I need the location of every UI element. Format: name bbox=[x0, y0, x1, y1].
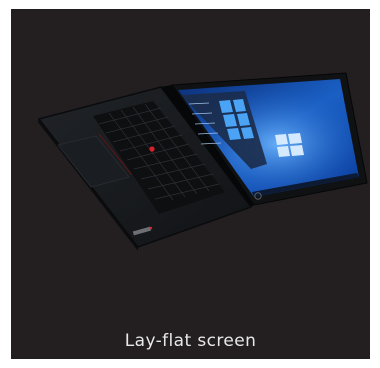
trackpoint-icon bbox=[149, 146, 155, 152]
product-feature-card: Lay-flat screen bbox=[11, 9, 370, 359]
caption: Lay-flat screen bbox=[124, 331, 257, 351]
laptop-image bbox=[37, 72, 368, 251]
